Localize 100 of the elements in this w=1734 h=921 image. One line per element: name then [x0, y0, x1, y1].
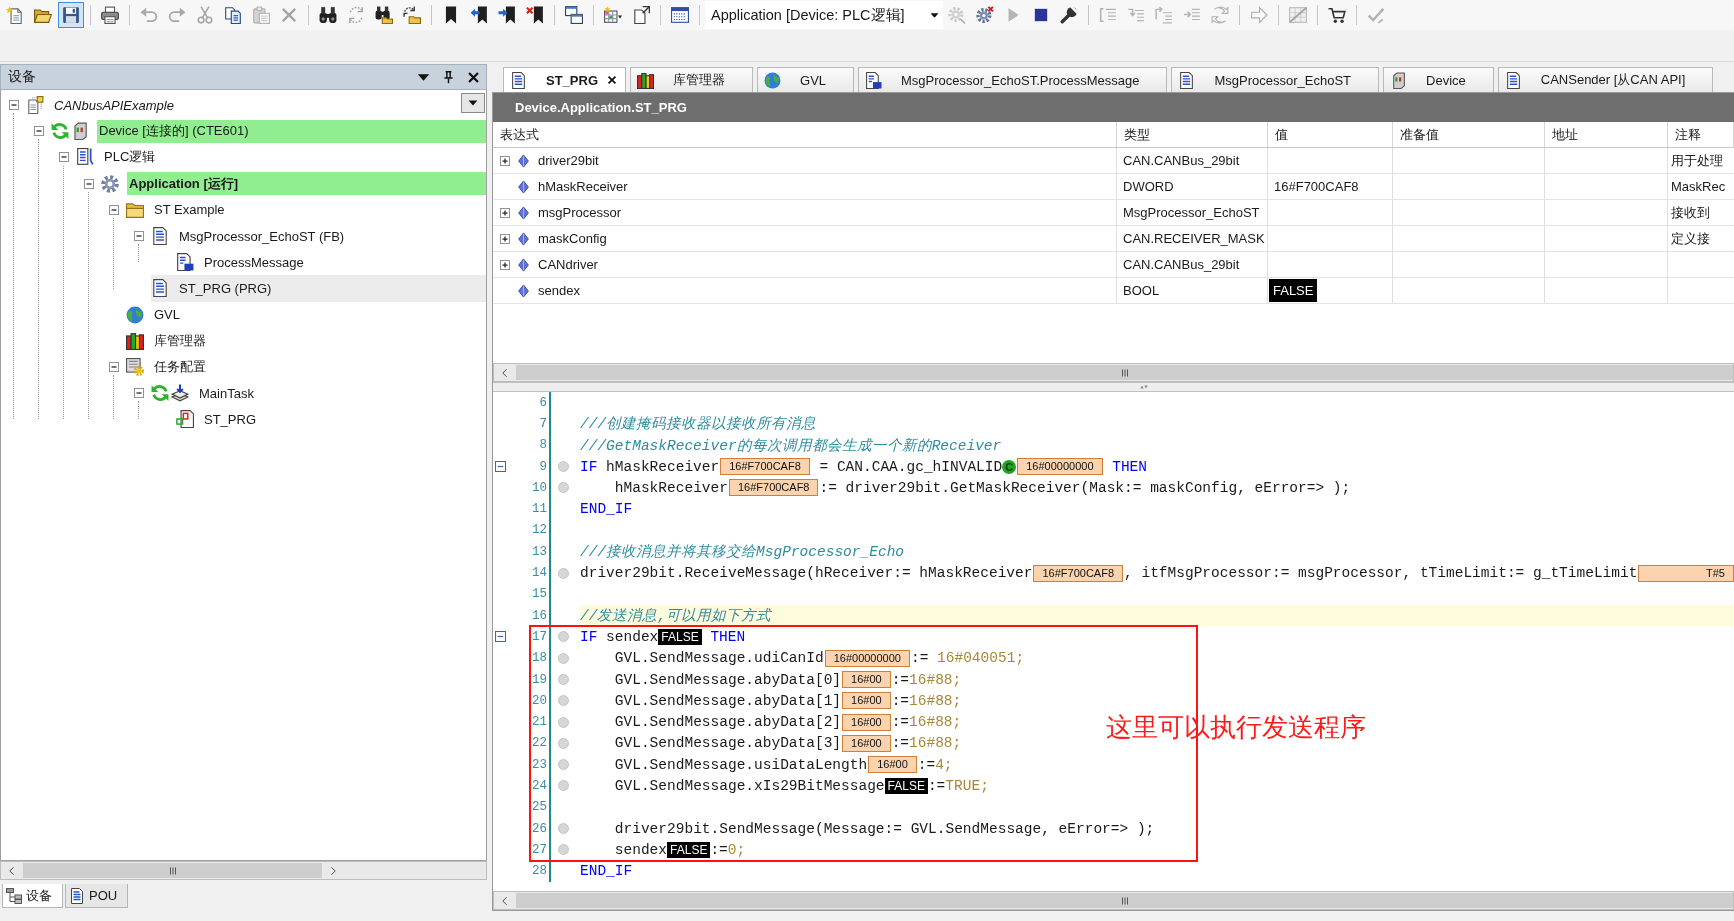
- scroll-left-icon[interactable]: [7, 865, 17, 876]
- code-text: sendex: [614, 841, 668, 858]
- code-keyword: END_IF: [580, 501, 633, 518]
- line-number: 19: [531, 668, 551, 691]
- scroll-right-icon[interactable]: [328, 865, 338, 876]
- table-cell: 16#F700CAF8: [1268, 174, 1393, 199]
- globe-icon: [764, 71, 781, 89]
- editor-tab[interactable]: CANSender [从CAN API]: [1497, 67, 1714, 92]
- minus-box-icon[interactable]: [8, 100, 19, 111]
- minus-box-icon[interactable]: [108, 361, 119, 372]
- plus-box-icon[interactable]: [500, 233, 510, 244]
- scrollbar-thumb[interactable]: [23, 863, 322, 878]
- code-text: :=: [891, 735, 910, 752]
- editor-tab[interactable]: MsgProcessor_EchoST: [1171, 67, 1380, 92]
- cart-icon[interactable]: [1328, 6, 1346, 24]
- editor-tab[interactable]: MsgProcessor_EchoST.ProcessMessage: [858, 67, 1168, 92]
- plus-box-icon[interactable]: [500, 259, 510, 270]
- tree-item[interactable]: MsgProcessor_EchoST (FB): [151, 222, 486, 250]
- minus-box-icon[interactable]: [495, 631, 506, 643]
- gear-icon: [101, 174, 119, 193]
- minus-box-icon[interactable]: [133, 388, 144, 399]
- table-cell-text: MaskRec: [1670, 178, 1727, 196]
- column-header[interactable]: 表达式: [493, 122, 1117, 147]
- code-literal: 16#88;: [909, 692, 962, 709]
- minus-box-icon[interactable]: [58, 152, 69, 163]
- open-folder-icon[interactable]: [34, 6, 52, 24]
- code-text: GVL.SendMessage.abyData[2]: [614, 714, 842, 731]
- scrollbar-thumb[interactable]: [516, 365, 1733, 380]
- windows-icon[interactable]: [565, 6, 583, 24]
- arrows-folder-icon[interactable]: [403, 6, 421, 24]
- horizontal-scrollbar[interactable]: [0, 861, 487, 880]
- code-text: hMaskReceiver: [606, 458, 720, 475]
- scroll-left-icon[interactable]: [500, 895, 510, 906]
- minus-box-icon[interactable]: [495, 461, 506, 473]
- printer-icon[interactable]: [101, 6, 119, 24]
- close-icon[interactable]: [607, 75, 617, 85]
- minus-box-icon[interactable]: [108, 204, 119, 215]
- tree-item[interactable]: ST Example: [126, 196, 486, 223]
- tree-item[interactable]: ST_PRG: [176, 406, 486, 433]
- dropdown-button[interactable]: [461, 93, 485, 113]
- pin-icon[interactable]: [442, 70, 455, 84]
- line-number: 28: [531, 860, 551, 882]
- editor-tab[interactable]: ST_PRG: [503, 67, 626, 92]
- editor-tab[interactable]: 库管理器: [630, 67, 753, 92]
- table-star-icon[interactable]: [604, 6, 622, 24]
- horizontal-scrollbar[interactable]: [493, 891, 1734, 910]
- variable-name: sendex: [538, 283, 580, 298]
- tree-item[interactable]: ST_PRG (PRG): [151, 275, 486, 302]
- tree-item[interactable]: ProcessMessage: [176, 249, 486, 276]
- wrench-icon[interactable]: [1060, 6, 1078, 24]
- document-icon: [1178, 71, 1196, 89]
- column-header[interactable]: 值: [1268, 122, 1393, 147]
- tree-item[interactable]: 任务配置: [126, 353, 486, 381]
- horizontal-scrollbar[interactable]: [493, 363, 1734, 382]
- plus-box-icon[interactable]: [500, 155, 510, 166]
- variable-name: maskConfig: [538, 231, 607, 246]
- line-number: 18: [531, 647, 551, 669]
- column-header[interactable]: 类型: [1117, 122, 1268, 147]
- code-text: GVL.SendMessage.xIs29BitMessage: [614, 778, 885, 794]
- scrollbar-thumb[interactable]: [516, 893, 1733, 908]
- bookmark-left-arrow-icon[interactable]: [470, 6, 488, 24]
- grid-icon[interactable]: [671, 6, 689, 24]
- inline-value: 16#00: [842, 692, 891, 710]
- line-number: 17: [531, 626, 551, 648]
- tree-item[interactable]: PLC逻辑: [76, 144, 486, 171]
- column-header[interactable]: 注释: [1668, 122, 1734, 147]
- tree-item[interactable]: GVL: [126, 301, 486, 328]
- tree-item[interactable]: MainTask: [151, 380, 486, 407]
- new-document-icon[interactable]: [6, 6, 24, 24]
- panel-tab[interactable]: POU: [65, 884, 129, 908]
- refresh-icon: [151, 384, 169, 403]
- binoculars-icon[interactable]: [319, 6, 337, 24]
- diamond-icon: [517, 153, 530, 168]
- column-header[interactable]: 地址: [1545, 122, 1668, 147]
- editor-tab[interactable]: Device: [1383, 67, 1494, 92]
- scroll-left-icon[interactable]: [500, 367, 510, 378]
- copy-icon[interactable]: [224, 6, 242, 24]
- gear-cross-icon[interactable]: [976, 6, 994, 24]
- bookmark-right-arrow-icon[interactable]: [498, 6, 516, 24]
- column-header[interactable]: 准备值: [1393, 122, 1545, 147]
- application-selector[interactable]: Application [Device: PLC逻辑]: [705, 1, 943, 29]
- minus-box-icon[interactable]: [33, 126, 44, 137]
- panel-tab[interactable]: 设备: [2, 884, 63, 908]
- tree-item[interactable]: CANbusAPIExample: [26, 92, 486, 119]
- inline-value: FALSE: [658, 628, 702, 645]
- line-number: 10: [531, 477, 551, 499]
- plus-box-icon[interactable]: [500, 207, 510, 218]
- minus-box-icon[interactable]: [133, 231, 144, 242]
- bookmark-cross-icon[interactable]: [526, 6, 544, 24]
- document-arrow-icon[interactable]: [632, 6, 650, 24]
- binoculars-folder-icon[interactable]: [375, 6, 393, 24]
- stop-icon[interactable]: [1032, 6, 1050, 24]
- line-number: 25: [531, 796, 551, 818]
- minus-box-icon[interactable]: [83, 178, 94, 189]
- close-icon[interactable]: [467, 70, 480, 84]
- diamond-icon: [517, 257, 530, 272]
- books-icon: [126, 331, 144, 350]
- tree-item[interactable]: 库管理器: [126, 327, 486, 354]
- editor-tab[interactable]: GVL: [757, 67, 855, 92]
- document-icon: [151, 227, 169, 246]
